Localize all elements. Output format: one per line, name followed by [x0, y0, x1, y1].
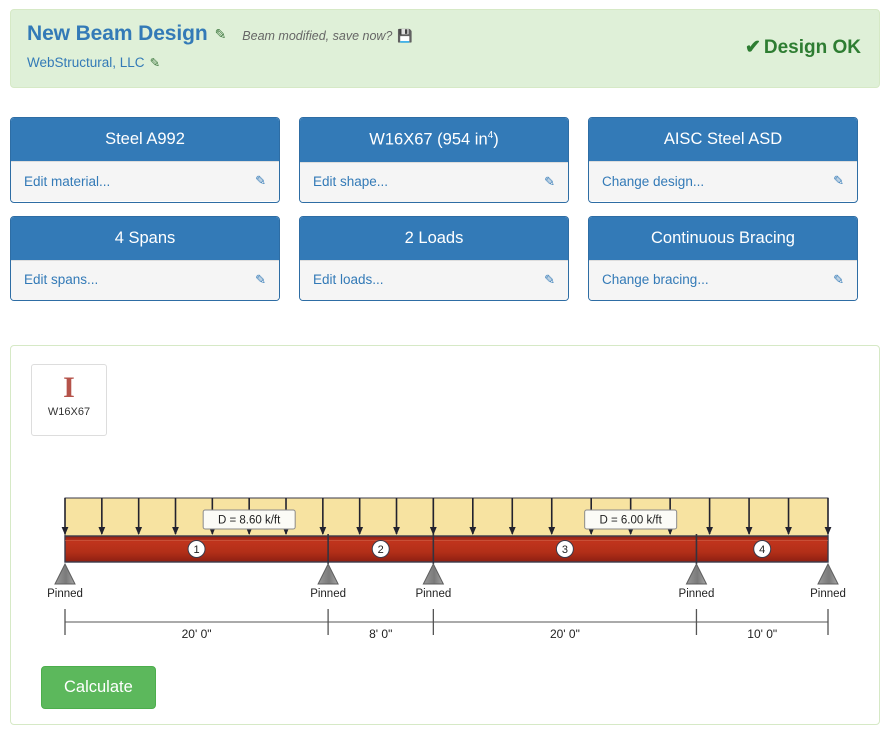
- edit-pencil-icon[interactable]: ✎️: [833, 173, 844, 189]
- edit-title-icon[interactable]: ✎️: [215, 27, 227, 41]
- save-icon[interactable]: 💾: [397, 29, 413, 44]
- span-number: 4: [759, 544, 765, 556]
- card-loads-action-label: Edit loads...: [313, 272, 384, 288]
- summary-cards: Steel A992 Edit material... ✎️ W16X67 (9…: [10, 117, 880, 314]
- edit-pencil-icon[interactable]: ✎️: [255, 173, 266, 189]
- calculate-button[interactable]: Calculate: [41, 666, 156, 709]
- support-label: Pinned: [679, 588, 715, 600]
- support-label: Pinned: [47, 588, 83, 600]
- card-bracing-action-label: Change bracing...: [602, 272, 709, 288]
- span-number: 2: [378, 544, 384, 556]
- load-label: D = 8.60 k/ft: [218, 515, 281, 527]
- edit-pencil-icon[interactable]: ✎️: [255, 272, 266, 288]
- card-shape-title-tail: ): [493, 130, 499, 149]
- status-badge-label: Design OK: [763, 37, 861, 58]
- beam-diagram-panel: I W16X67 D = 8.60 k/ft D = 6.00 k/ft 1 2 3 4 P…: [10, 345, 880, 725]
- edit-pencil-icon[interactable]: ✎️: [544, 272, 555, 288]
- card-loads[interactable]: 2 Loads Edit loads... ✎️: [299, 215, 569, 301]
- card-shape-title-main: W16X67 (954 in: [369, 130, 488, 149]
- cards-row-2: 4 Spans Edit spans... ✎️ 2 Loads Edit lo…: [10, 215, 880, 301]
- card-design-code-title: AISC Steel ASD: [589, 118, 857, 162]
- card-spans-title: 4 Spans: [11, 216, 279, 260]
- support-label: Pinned: [415, 588, 451, 600]
- card-shape[interactable]: W16X67 (954 in4) Edit shape... ✎️: [299, 117, 569, 203]
- card-material-action[interactable]: Edit material... ✎️: [11, 161, 279, 202]
- page-title[interactable]: New Beam Design: [27, 22, 208, 46]
- edit-company-icon[interactable]: ✎️: [150, 55, 160, 70]
- card-spans[interactable]: 4 Spans Edit spans... ✎️: [10, 215, 280, 301]
- card-design-code-action[interactable]: Change design... ✎️: [589, 161, 857, 202]
- card-shape-action-label: Edit shape...: [313, 174, 389, 190]
- span-number: 3: [562, 544, 568, 556]
- card-spans-action-label: Edit spans...: [24, 272, 99, 288]
- check-icon: ✔: [744, 37, 761, 58]
- span-dimension-label: 10' 0": [747, 627, 777, 641]
- card-design-code-action-label: Change design...: [602, 173, 705, 189]
- span-dimension-label: 8' 0": [369, 627, 392, 641]
- card-shape-action[interactable]: Edit shape... ✎️: [300, 161, 568, 202]
- support-label: Pinned: [810, 588, 846, 600]
- card-material-title: Steel A992: [11, 118, 279, 162]
- edit-pencil-icon[interactable]: ✎️: [544, 174, 555, 190]
- title-row: New Beam Design ✎️ Beam modified, save n…: [27, 22, 863, 46]
- header-banner: New Beam Design ✎️ Beam modified, save n…: [10, 9, 880, 88]
- card-loads-action[interactable]: Edit loads... ✎️: [300, 259, 568, 300]
- card-bracing-action[interactable]: Change bracing... ✎️: [589, 259, 857, 300]
- card-material-action-label: Edit material...: [24, 173, 111, 189]
- beam-design-page: New Beam Design ✎️ Beam modified, save n…: [0, 9, 890, 730]
- status-badge: ✔ Design OK: [745, 36, 861, 59]
- cards-row-1: Steel A992 Edit material... ✎️ W16X67 (9…: [10, 117, 880, 203]
- card-bracing[interactable]: Continuous Bracing Change bracing... ✎️: [588, 215, 858, 301]
- load-label: D = 6.00 k/ft: [600, 515, 663, 527]
- card-bracing-title: Continuous Bracing: [589, 216, 857, 260]
- span-number: 1: [193, 544, 199, 556]
- card-spans-action[interactable]: Edit spans... ✎️: [11, 259, 279, 300]
- card-design-code[interactable]: AISC Steel ASD Change design... ✎️: [588, 117, 858, 203]
- span-dimension-label: 20' 0": [182, 627, 212, 641]
- card-loads-title: 2 Loads: [300, 216, 568, 260]
- company-row: WebStructural, LLC ✎️: [27, 55, 863, 70]
- company-name[interactable]: WebStructural, LLC: [27, 55, 145, 70]
- support-label: Pinned: [310, 588, 346, 600]
- card-material[interactable]: Steel A992 Edit material... ✎️: [10, 117, 280, 203]
- card-shape-title: W16X67 (954 in4): [300, 118, 568, 162]
- edit-pencil-icon[interactable]: ✎️: [833, 272, 844, 288]
- modified-note: Beam modified, save now?: [242, 29, 393, 43]
- span-dimension-label: 20' 0": [550, 627, 580, 641]
- beam-diagram[interactable]: D = 8.60 k/ft D = 6.00 k/ft 1 2 3 4 Pinned Pinn…: [11, 346, 881, 656]
